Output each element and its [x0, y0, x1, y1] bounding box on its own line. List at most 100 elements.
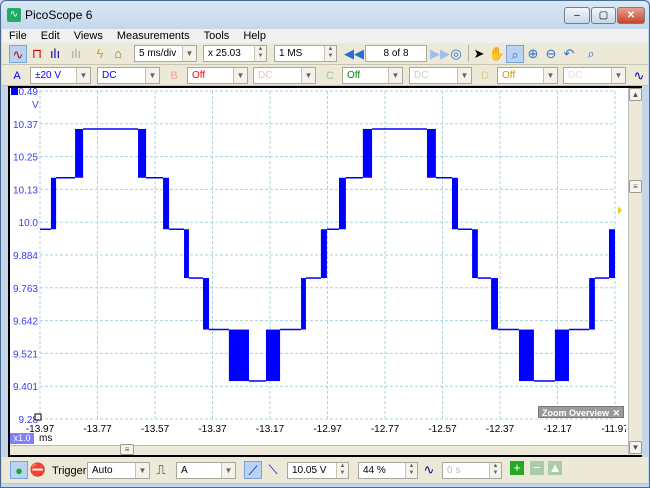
channel-d-coupling: DC	[568, 70, 583, 81]
scope-view[interactable]: -13.97 -13.77 -13.57 -13.37 -13.17 -12.97 -12.…	[8, 86, 642, 457]
home-icon[interactable]: ⌂	[109, 45, 127, 63]
advanced-trigger-icon[interactable]: ⎍	[152, 461, 170, 479]
remove-measurement-icon[interactable]: −	[530, 461, 544, 475]
menu-measurements[interactable]: Measurements	[110, 29, 197, 43]
pointer-icon[interactable]: ➤	[470, 45, 488, 63]
vertical-scrollbar[interactable]: ▲ ≡ ▼	[628, 88, 642, 455]
waveform-transition-band	[339, 177, 346, 230]
zoom-select-icon[interactable]: ⌕	[506, 45, 524, 63]
menu-views[interactable]: Views	[67, 29, 110, 43]
zoom-factor-spinner[interactable]: x 25.03 ▲ ▼	[203, 45, 267, 62]
hand-icon[interactable]: ✋	[488, 45, 506, 63]
channel-toolbar: A ±20 V ▼ DC ▼ B Off ▼ DC ▼ C Off ▼ DC ▼ D Off…	[2, 65, 648, 86]
timebase-value: 5 ms/div	[139, 48, 177, 59]
x-tick-label: -12.17	[543, 424, 572, 435]
x-tick-label: -12.37	[486, 424, 515, 435]
chevron-down-icon: ▼	[233, 68, 247, 83]
auto-setup-icon[interactable]: ϟ	[91, 45, 109, 63]
chevron-down-icon: ▼	[76, 68, 90, 83]
waveform-transition-band	[362, 128, 373, 178]
post-trigger-delay-icon[interactable]: ∿	[420, 461, 438, 479]
maximize-button[interactable]: ▢	[591, 7, 616, 24]
x-tick-label: -11.97	[601, 424, 626, 435]
trigger-delay-spinner[interactable]: 0 s ▲ ▼	[442, 462, 502, 479]
channel-a-options-icon[interactable]: A	[8, 67, 26, 85]
trigger-delay: 0 s	[447, 465, 461, 476]
channel-b-coupling-select[interactable]: DC ▼	[253, 67, 316, 84]
menu-help[interactable]: Help	[236, 29, 273, 43]
scope-mode-icon[interactable]: ∿	[9, 45, 27, 63]
channel-c-range-select[interactable]: Off ▼	[342, 67, 403, 84]
channel-c-range: Off	[347, 70, 361, 81]
menu-file[interactable]: File	[2, 29, 34, 43]
channel-c-options-icon[interactable]: C	[321, 67, 339, 85]
channel-a-axis-marker	[11, 88, 18, 95]
spectrum-mode-icon[interactable]: ılı	[46, 45, 64, 63]
y-tick-label: 9.521	[13, 349, 38, 360]
channel-b-range: Off	[192, 70, 206, 81]
zoom-fit-icon[interactable]: ⌕	[582, 45, 600, 63]
trigger-source-select[interactable]: A ▼	[176, 462, 236, 479]
signal-generator-icon[interactable]: ılı	[67, 45, 85, 63]
close-button[interactable]: ✕	[617, 7, 645, 24]
chevron-down-icon: ▼	[301, 68, 315, 83]
previous-buffer-icon[interactable]: ◀◀	[344, 45, 364, 63]
scroll-up-icon[interactable]: ▲	[629, 88, 642, 101]
waveform-transition-band	[472, 229, 478, 279]
spinner-arrows-icon: ▲ ▼	[254, 46, 266, 61]
channel-b-coupling: DC	[258, 70, 273, 81]
compass-icon[interactable]: ◎	[447, 45, 465, 63]
zoom-overview-panel[interactable]: Zoom Overview ✕	[538, 406, 624, 418]
pretrigger-value: 44 %	[363, 465, 386, 476]
waveform-transition-band	[75, 128, 84, 178]
waveform-transition-band	[554, 329, 569, 382]
samples-value: 1 MS	[279, 48, 303, 59]
channel-a-coupling-select[interactable]: DC ▼	[97, 67, 160, 84]
pretrigger-spinner[interactable]: 44 % ▲ ▼	[358, 462, 418, 479]
chevron-down-icon: ▼	[135, 463, 149, 478]
rising-edge-icon[interactable]: ⟋	[244, 461, 262, 479]
undo-zoom-icon[interactable]: ↶	[560, 45, 578, 63]
menu-tools[interactable]: Tools	[197, 29, 237, 43]
scroll-down-icon[interactable]: ▼	[629, 441, 642, 454]
samples-spinner[interactable]: 1 MS ▲ ▼	[274, 45, 337, 62]
trigger-level-spinner[interactable]: 10.05 V ▲ ▼	[287, 462, 349, 479]
origin-marker	[34, 413, 42, 421]
persistence-mode-icon[interactable]: ⊓	[28, 45, 46, 63]
stop-icon[interactable]: ⛔	[29, 461, 47, 479]
channel-d-range-select[interactable]: Off ▼	[497, 67, 558, 84]
trigger-mode-select[interactable]: Auto ▼	[87, 462, 150, 479]
waveform-transition-band	[163, 177, 170, 230]
hscroll-thumb[interactable]: ≡	[120, 444, 134, 455]
channel-d-options-icon[interactable]: D	[476, 67, 494, 85]
start-icon[interactable]: ●	[10, 461, 28, 479]
close-icon[interactable]: ✕	[612, 407, 620, 419]
channel-c-coupling-select[interactable]: DC ▼	[409, 67, 472, 84]
minimize-button[interactable]: –	[564, 7, 590, 24]
zoom-in-icon[interactable]: ⊕	[524, 45, 542, 63]
edit-measurement-icon[interactable]: ▲	[548, 461, 562, 475]
next-buffer-icon[interactable]: ▶▶	[430, 45, 450, 63]
scroll-thumb[interactable]: ≡	[629, 180, 642, 193]
channel-b-range-select[interactable]: Off ▼	[187, 67, 248, 84]
channel-d-coupling-select[interactable]: DC ▼	[563, 67, 626, 84]
chevron-down-icon: ▼	[543, 68, 557, 83]
timebase-select[interactable]: 5 ms/div ▼	[134, 45, 197, 62]
channel-options-icon[interactable]: ∿	[630, 67, 648, 85]
y-tick-label: 10.37	[13, 120, 38, 131]
buffer-navigator[interactable]: 8 of 8	[365, 45, 427, 62]
trigger-label: Trigger	[52, 465, 87, 477]
waveform-transition-band	[518, 329, 534, 382]
menu-edit[interactable]: Edit	[34, 29, 67, 43]
window-title: PicoScope 6	[25, 8, 93, 22]
channel-a-range: ±20 V	[35, 70, 62, 81]
falling-edge-icon[interactable]: ⟍	[264, 461, 282, 479]
zoom-out-icon[interactable]: ⊖	[542, 45, 560, 63]
horizontal-scrollbar[interactable]: ≡	[10, 444, 628, 455]
add-measurement-icon[interactable]: +	[510, 461, 524, 475]
chevron-down-icon: ▼	[611, 68, 625, 83]
channel-a-range-select[interactable]: ±20 V ▼	[30, 67, 91, 84]
channel-b-options-icon[interactable]: B	[165, 67, 183, 85]
chevron-down-icon: ▼	[145, 68, 159, 83]
y-tick-label: 10.13	[13, 185, 38, 196]
